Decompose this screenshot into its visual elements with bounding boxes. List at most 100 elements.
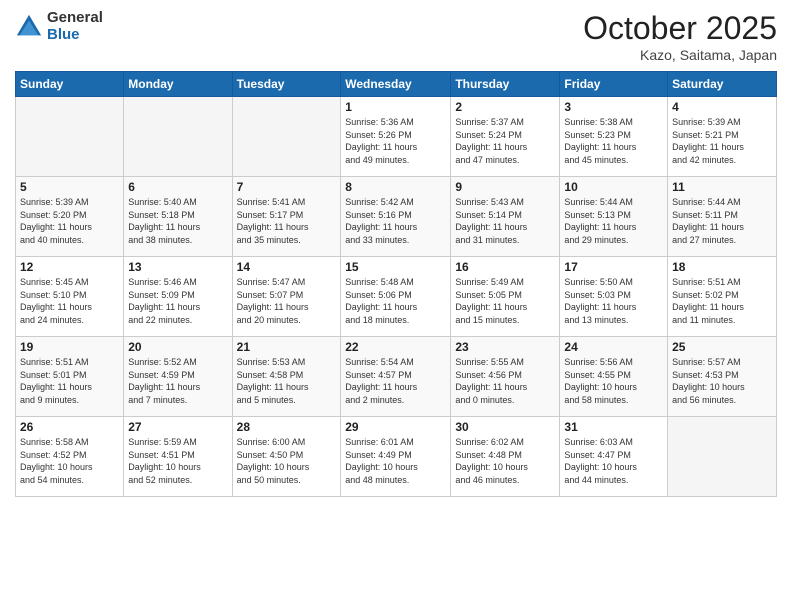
day-info: Sunrise: 5:56 AM Sunset: 4:55 PM Dayligh… [564, 356, 663, 406]
calendar-cell: 24 Sunrise: 5:56 AM Sunset: 4:55 PM Dayli… [560, 337, 668, 417]
day-number: 5 [20, 180, 119, 194]
calendar-cell: 3Sunrise: 5:38 AM Sunset: 5:23 PM Daylig… [560, 97, 668, 177]
calendar-week-row: 19 Sunrise: 5:51 AM Sunset: 5:01 PM Dayli… [16, 337, 777, 417]
day-number: 10 [564, 180, 663, 194]
day-info: Sunrise: 5:52 AM Sunset: 4:59 PM Dayligh… [128, 356, 227, 406]
day-number: 31 [564, 420, 663, 434]
calendar-cell: 7 Sunrise: 5:41 AM Sunset: 5:17 PM Daylig… [232, 177, 341, 257]
calendar-cell [668, 417, 777, 497]
calendar-cell: 21 Sunrise: 5:53 AM Sunset: 4:58 PM Dayli… [232, 337, 341, 417]
day-info: Sunrise: 6:03 AM Sunset: 4:47 PM Dayligh… [564, 436, 663, 486]
day-info: Sunrise: 6:02 AM Sunset: 4:48 PM Dayligh… [455, 436, 555, 486]
calendar-week-row: 26Sunrise: 5:58 AM Sunset: 4:52 PM Dayli… [16, 417, 777, 497]
calendar-week-row: 5 Sunrise: 5:39 AM Sunset: 5:20 PM Daylig… [16, 177, 777, 257]
logo-blue-text: Blue [47, 27, 103, 44]
calendar-cell: 11 Sunrise: 5:44 AM Sunset: 5:11 PM Dayli… [668, 177, 777, 257]
day-number: 30 [455, 420, 555, 434]
day-number: 18 [672, 260, 772, 274]
day-info: Sunrise: 5:50 AM Sunset: 5:03 PM Dayligh… [564, 276, 663, 326]
calendar-weekday-friday: Friday [560, 72, 668, 97]
month-title: October 2025 [583, 10, 777, 47]
day-number: 1 [345, 100, 446, 114]
day-info: Sunrise: 5:39 AM Sunset: 5:21 PM Dayligh… [672, 116, 772, 166]
calendar-cell: 2 Sunrise: 5:37 AM Sunset: 5:24 PM Daylig… [451, 97, 560, 177]
calendar-cell: 22 Sunrise: 5:54 AM Sunset: 4:57 PM Dayli… [341, 337, 451, 417]
day-number: 13 [128, 260, 227, 274]
calendar-cell: 12Sunrise: 5:45 AM Sunset: 5:10 PM Dayli… [16, 257, 124, 337]
calendar-cell: 10 Sunrise: 5:44 AM Sunset: 5:13 PM Dayli… [560, 177, 668, 257]
day-number: 16 [455, 260, 555, 274]
day-info: Sunrise: 5:58 AM Sunset: 4:52 PM Dayligh… [20, 436, 119, 486]
day-info: Sunrise: 5:44 AM Sunset: 5:11 PM Dayligh… [672, 196, 772, 246]
calendar-cell: 1 Sunrise: 5:36 AM Sunset: 5:26 PM Daylig… [341, 97, 451, 177]
day-info: Sunrise: 5:42 AM Sunset: 5:16 PM Dayligh… [345, 196, 446, 246]
calendar-cell: 4 Sunrise: 5:39 AM Sunset: 5:21 PM Daylig… [668, 97, 777, 177]
day-number: 27 [128, 420, 227, 434]
calendar-cell: 19 Sunrise: 5:51 AM Sunset: 5:01 PM Dayli… [16, 337, 124, 417]
day-number: 11 [672, 180, 772, 194]
calendar-cell [232, 97, 341, 177]
calendar-cell: 17 Sunrise: 5:50 AM Sunset: 5:03 PM Dayli… [560, 257, 668, 337]
day-number: 17 [564, 260, 663, 274]
day-number: 28 [237, 420, 337, 434]
day-info: Sunrise: 5:55 AM Sunset: 4:56 PM Dayligh… [455, 356, 555, 406]
day-number: 22 [345, 340, 446, 354]
calendar-cell: 29 Sunrise: 6:01 AM Sunset: 4:49 PM Dayli… [341, 417, 451, 497]
calendar-cell: 27 Sunrise: 5:59 AM Sunset: 4:51 PM Dayli… [124, 417, 232, 497]
calendar-weekday-tuesday: Tuesday [232, 72, 341, 97]
day-info: Sunrise: 5:59 AM Sunset: 4:51 PM Dayligh… [128, 436, 227, 486]
logo-general-text: General [47, 10, 103, 27]
calendar-cell: 14Sunrise: 5:47 AM Sunset: 5:07 PM Dayli… [232, 257, 341, 337]
day-number: 2 [455, 100, 555, 114]
day-number: 19 [20, 340, 119, 354]
day-info: Sunrise: 5:54 AM Sunset: 4:57 PM Dayligh… [345, 356, 446, 406]
day-info: Sunrise: 5:37 AM Sunset: 5:24 PM Dayligh… [455, 116, 555, 166]
day-info: Sunrise: 5:36 AM Sunset: 5:26 PM Dayligh… [345, 116, 446, 166]
day-info: Sunrise: 5:41 AM Sunset: 5:17 PM Dayligh… [237, 196, 337, 246]
calendar-cell: 5 Sunrise: 5:39 AM Sunset: 5:20 PM Daylig… [16, 177, 124, 257]
day-info: Sunrise: 5:51 AM Sunset: 5:01 PM Dayligh… [20, 356, 119, 406]
day-info: Sunrise: 5:48 AM Sunset: 5:06 PM Dayligh… [345, 276, 446, 326]
day-info: Sunrise: 5:57 AM Sunset: 4:53 PM Dayligh… [672, 356, 772, 406]
day-number: 24 [564, 340, 663, 354]
calendar-cell: 6Sunrise: 5:40 AM Sunset: 5:18 PM Daylig… [124, 177, 232, 257]
calendar-week-row: 1 Sunrise: 5:36 AM Sunset: 5:26 PM Daylig… [16, 97, 777, 177]
day-info: Sunrise: 5:38 AM Sunset: 5:23 PM Dayligh… [564, 116, 663, 166]
calendar-cell: 26Sunrise: 5:58 AM Sunset: 4:52 PM Dayli… [16, 417, 124, 497]
day-number: 7 [237, 180, 337, 194]
day-number: 21 [237, 340, 337, 354]
day-info: Sunrise: 5:39 AM Sunset: 5:20 PM Dayligh… [20, 196, 119, 246]
day-number: 9 [455, 180, 555, 194]
logo-text: General Blue [47, 10, 103, 43]
calendar-cell: 15Sunrise: 5:48 AM Sunset: 5:06 PM Dayli… [341, 257, 451, 337]
calendar-cell: 13Sunrise: 5:46 AM Sunset: 5:09 PM Dayli… [124, 257, 232, 337]
day-number: 25 [672, 340, 772, 354]
logo-icon [15, 13, 43, 41]
calendar-weekday-sunday: Sunday [16, 72, 124, 97]
day-number: 6 [128, 180, 227, 194]
day-info: Sunrise: 5:44 AM Sunset: 5:13 PM Dayligh… [564, 196, 663, 246]
day-info: Sunrise: 5:53 AM Sunset: 4:58 PM Dayligh… [237, 356, 337, 406]
day-info: Sunrise: 5:43 AM Sunset: 5:14 PM Dayligh… [455, 196, 555, 246]
calendar-week-row: 12Sunrise: 5:45 AM Sunset: 5:10 PM Dayli… [16, 257, 777, 337]
day-info: Sunrise: 6:01 AM Sunset: 4:49 PM Dayligh… [345, 436, 446, 486]
calendar-table: SundayMondayTuesdayWednesdayThursdayFrid… [15, 71, 777, 497]
calendar-cell: 16Sunrise: 5:49 AM Sunset: 5:05 PM Dayli… [451, 257, 560, 337]
calendar-weekday-monday: Monday [124, 72, 232, 97]
calendar-cell: 25 Sunrise: 5:57 AM Sunset: 4:53 PM Dayli… [668, 337, 777, 417]
day-number: 23 [455, 340, 555, 354]
day-number: 29 [345, 420, 446, 434]
day-number: 12 [20, 260, 119, 274]
calendar-weekday-wednesday: Wednesday [341, 72, 451, 97]
day-number: 8 [345, 180, 446, 194]
day-info: Sunrise: 5:51 AM Sunset: 5:02 PM Dayligh… [672, 276, 772, 326]
calendar-cell: 23 Sunrise: 5:55 AM Sunset: 4:56 PM Dayli… [451, 337, 560, 417]
day-number: 4 [672, 100, 772, 114]
header: General Blue October 2025 Kazo, Saitama,… [15, 10, 777, 63]
calendar-cell: 8 Sunrise: 5:42 AM Sunset: 5:16 PM Daylig… [341, 177, 451, 257]
calendar-cell: 20Sunrise: 5:52 AM Sunset: 4:59 PM Dayli… [124, 337, 232, 417]
calendar-weekday-thursday: Thursday [451, 72, 560, 97]
calendar-cell [124, 97, 232, 177]
calendar-cell: 30 Sunrise: 6:02 AM Sunset: 4:48 PM Dayli… [451, 417, 560, 497]
calendar-cell [16, 97, 124, 177]
